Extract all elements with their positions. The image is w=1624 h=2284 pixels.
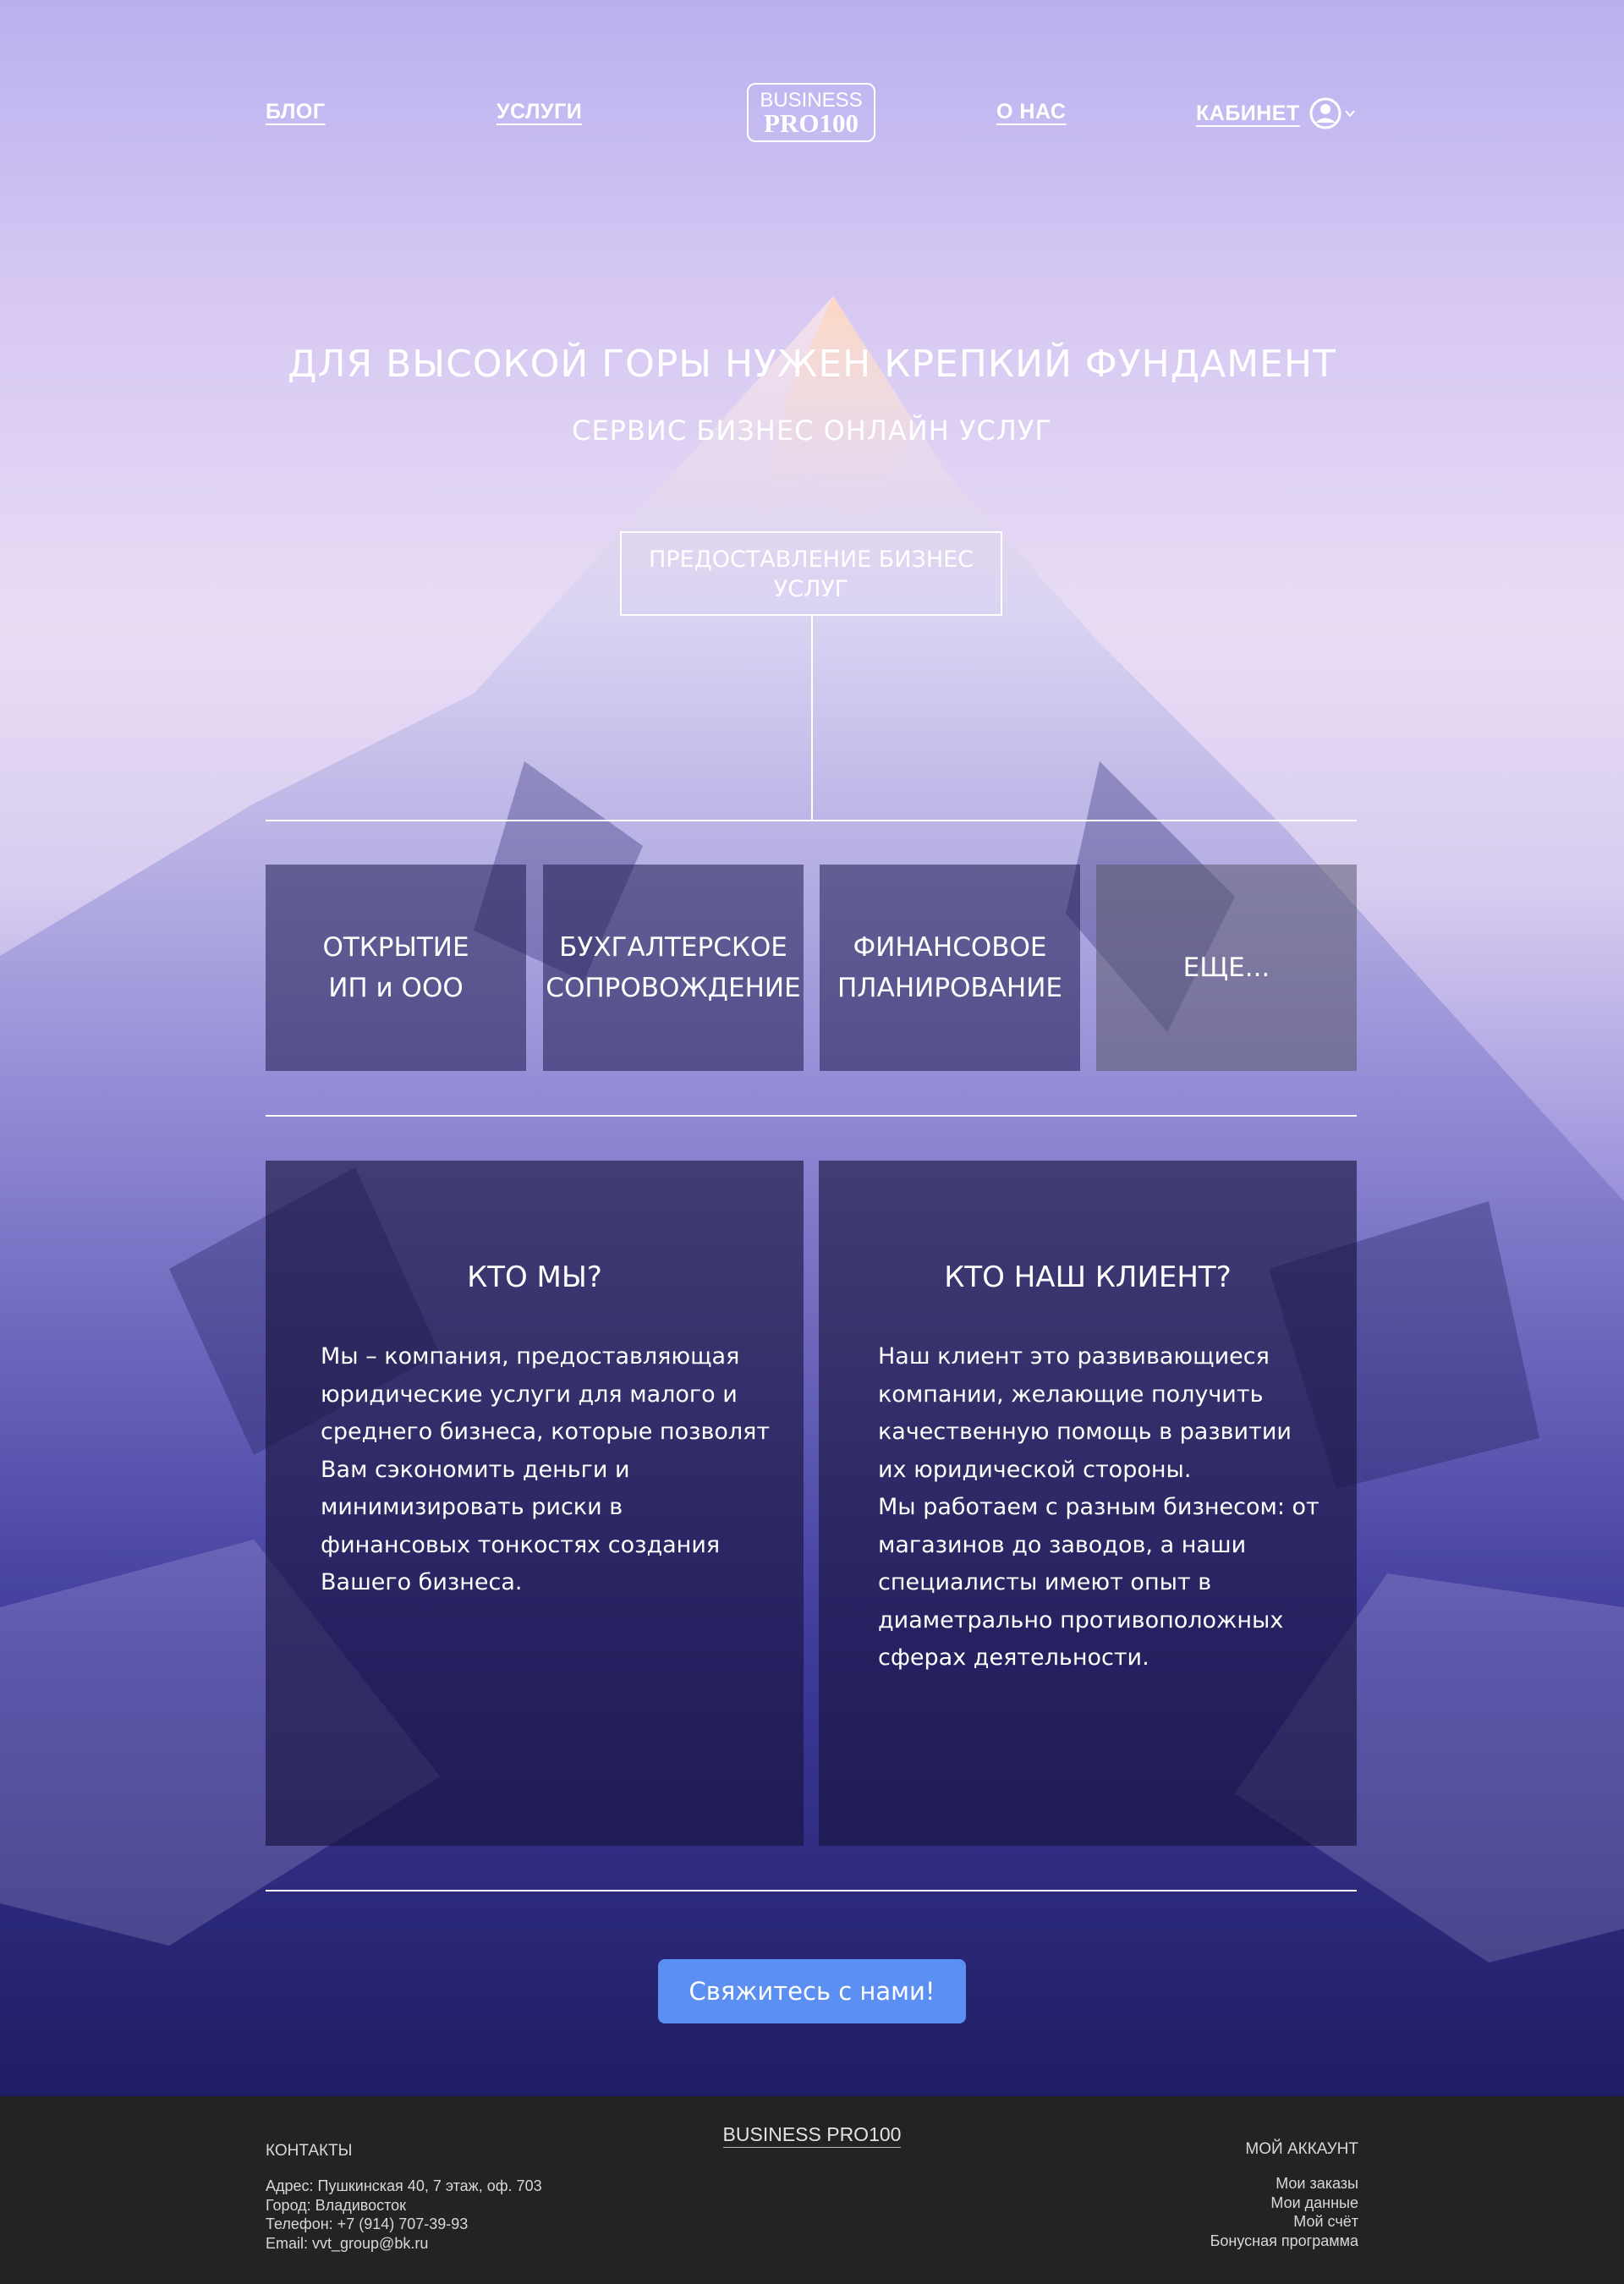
hero-background: БЛОГ УСЛУГИ BUSINESS PRO100 О НАС КАБИНЕ… xyxy=(0,0,1624,2096)
hero-subline: СЕРВИС БИЗНЕС ОНЛАЙН УСЛУГ xyxy=(572,415,1052,447)
chevron-down-icon[interactable] xyxy=(1344,107,1356,119)
footer-address: Адрес: Пушкинская 40, 7 этаж, оф. 703 xyxy=(266,2177,542,2194)
brand-logo[interactable]: BUSINESS PRO100 xyxy=(747,83,875,142)
nav-cabinet-link[interactable]: КАБИНЕТ xyxy=(1196,102,1300,126)
footer-brand[interactable]: BUSINESS PRO100 xyxy=(0,2123,1624,2148)
service-box[interactable]: ПРЕДОСТАВЛЕНИЕ БИЗНЕС УСЛУГ xyxy=(620,531,1002,616)
footer-brand-link[interactable]: BUSINESS PRO100 xyxy=(722,2123,902,2148)
footer-account-title: МОЙ АККАУНТ xyxy=(1245,2140,1358,2158)
panel-text: Мы – компания, предоставляющая юридическ… xyxy=(321,1343,771,1595)
divider-bottom xyxy=(266,1890,1357,1891)
footer-phone: Телефон: +7 (914) 707-39-93 xyxy=(266,2215,469,2232)
nav-cabinet-menu[interactable]: КАБИНЕТ xyxy=(1196,95,1356,132)
mountain-image xyxy=(0,296,1624,2096)
service-card-opening[interactable]: ОТКРЫТИЕ ИП и ООО xyxy=(266,865,526,1071)
footer-link-orders[interactable]: Мои заказы xyxy=(1210,2174,1358,2193)
footer-link-bonus[interactable]: Бонусная программа xyxy=(1210,2232,1358,2251)
card-line1: БУХГАЛТЕРСКОЕ xyxy=(559,932,787,963)
service-card-accounting[interactable]: БУХГАЛТЕРСКОЕ СОПРОВОЖДЕНИЕ xyxy=(543,865,804,1071)
panel-title: КТО МЫ? xyxy=(467,1260,602,1294)
divider-middle xyxy=(266,1115,1357,1117)
service-card-planning[interactable]: ФИНАНСОВОЕ ПЛАНИРОВАНИЕ xyxy=(820,865,1080,1071)
nav-services-link[interactable]: УСЛУГИ xyxy=(497,100,582,124)
footer-account-links: Мои заказы Мои данные Мой счёт Бонусная … xyxy=(1210,2174,1358,2250)
panel-our-client: КТО НАШ КЛИЕНТ? Наш клиент это развивающ… xyxy=(819,1161,1357,1846)
footer-email: Email: vvt_group@bk.ru xyxy=(266,2234,429,2252)
footer: КОНТАКТЫ BUSINESS PRO100 МОЙ АККАУНТ Адр… xyxy=(0,2096,1624,2284)
footer-link-account[interactable]: Мой счёт xyxy=(1210,2212,1358,2232)
connector-line xyxy=(811,616,813,821)
card-line1: ФИНАНСОВОЕ xyxy=(853,932,1047,963)
logo-line2: PRO100 xyxy=(764,108,859,138)
nav-about-link[interactable]: О НАС xyxy=(996,100,1066,124)
divider-top xyxy=(266,820,1357,821)
panel-title: КТО НАШ КЛИЕНТ? xyxy=(944,1260,1232,1294)
hero-headline: ДЛЯ ВЫСОКОЙ ГОРЫ НУЖЕН КРЕПКИЙ ФУНДАМЕНТ xyxy=(288,343,1336,386)
user-icon[interactable] xyxy=(1309,96,1342,130)
panel-who-we-are: КТО МЫ? Мы – компания, предоставляющая ю… xyxy=(266,1161,804,1846)
card-line1: ОТКРЫТИЕ xyxy=(322,932,469,963)
nav-blog-link[interactable]: БЛОГ xyxy=(266,100,326,124)
card-line2: СОПРОВОЖДЕНИЕ xyxy=(546,973,801,1003)
contact-us-button[interactable]: Свяжитесь с нами! xyxy=(658,1959,966,2023)
service-card-more[interactable]: ЕЩЕ... xyxy=(1096,865,1357,1071)
card-line2: ИП и ООО xyxy=(328,973,464,1003)
panel-text: Наш клиент это развивающиеся компании, ж… xyxy=(878,1343,1320,1671)
card-line2: ПЛАНИРОВАНИЕ xyxy=(837,973,1062,1003)
footer-city: Город: Владивосток xyxy=(266,2196,407,2214)
footer-link-data[interactable]: Мои данные xyxy=(1210,2193,1358,2213)
footer-contacts: Адрес: Пушкинская 40, 7 этаж, оф. 703 Го… xyxy=(266,2177,542,2253)
card-line1: ЕЩЕ... xyxy=(1182,953,1270,983)
